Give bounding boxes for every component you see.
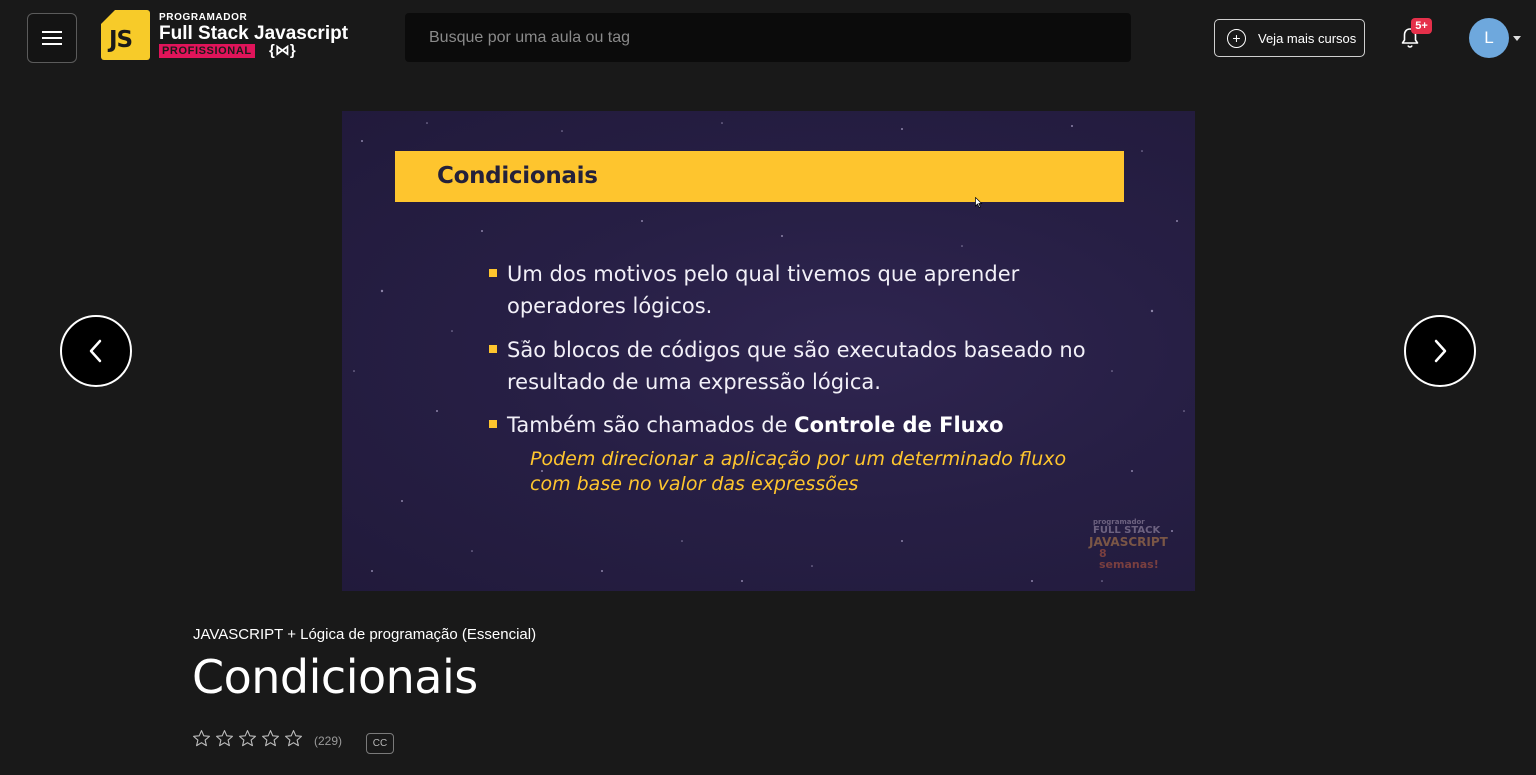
mouse-cursor-icon xyxy=(975,197,983,209)
lesson-title: Condicionais xyxy=(192,650,478,704)
more-courses-button[interactable]: + Veja mais cursos xyxy=(1214,19,1365,57)
slide-title-bar: Condicionais xyxy=(395,151,1124,202)
chevron-right-icon xyxy=(1434,339,1447,363)
bullet-marker xyxy=(489,420,497,428)
closed-captions-button[interactable]: CC xyxy=(366,733,394,754)
star-rating[interactable] xyxy=(192,729,303,749)
avatar[interactable]: L xyxy=(1469,18,1509,58)
menu-button[interactable] xyxy=(27,13,77,63)
course-watermark: programador FULL STACK JAVASCRIPT 8 sema… xyxy=(1089,518,1168,571)
logo-small-text: PROGRAMADOR xyxy=(159,12,248,23)
more-courses-label: Veja mais cursos xyxy=(1258,30,1357,46)
top-header: JS PROGRAMADOR Full Stack Javascript PRO… xyxy=(0,0,1536,76)
rating-count: (229) xyxy=(314,734,343,748)
logo-braces: {⋈} xyxy=(269,42,296,59)
bullet-marker xyxy=(489,345,497,353)
star-outline-icon[interactable] xyxy=(284,729,303,748)
hamburger-icon xyxy=(42,31,62,45)
logo-main-text: Full Stack Javascript xyxy=(159,23,349,44)
plus-circle-icon: + xyxy=(1227,28,1246,48)
slide-bullet-3-bold: Controle de Fluxo xyxy=(794,413,1004,437)
previous-lesson-button[interactable] xyxy=(60,315,132,387)
logo-badge: PROFISSIONAL xyxy=(159,44,255,58)
chevron-left-icon xyxy=(89,339,102,363)
star-outline-icon[interactable] xyxy=(261,729,280,748)
avatar-initial: L xyxy=(1484,28,1494,47)
notification-badge: 5+ xyxy=(1411,18,1432,34)
star-outline-icon[interactable] xyxy=(215,729,234,748)
search-input[interactable] xyxy=(405,13,1131,62)
course-logo[interactable]: JS PROGRAMADOR Full Stack Javascript PRO… xyxy=(101,10,351,60)
video-player[interactable]: Condicionais Um dos motivos pelo qual ti… xyxy=(342,111,1195,591)
js-logo-mark: JS xyxy=(101,10,150,60)
slide-bullet-3: Também são chamados de Controle de Fluxo xyxy=(507,409,1127,441)
slide-title: Condicionais xyxy=(437,163,598,189)
slide-bullet-2: São blocos de códigos que são executados… xyxy=(507,338,1086,394)
slide-bullet-1: Um dos motivos pelo qual tivemos que apr… xyxy=(507,262,1020,318)
bullet-marker xyxy=(489,269,497,277)
star-outline-icon[interactable] xyxy=(192,729,211,748)
slide-note: Podem direcionar a aplicação por um dete… xyxy=(530,448,1067,495)
chevron-down-icon[interactable] xyxy=(1513,36,1521,41)
next-lesson-button[interactable] xyxy=(1404,315,1476,387)
course-name[interactable]: JAVASCRIPT + Lógica de programação (Esse… xyxy=(193,626,536,643)
star-outline-icon[interactable] xyxy=(238,729,257,748)
slide-bullet-3-prefix: Também são chamados de xyxy=(507,413,795,437)
